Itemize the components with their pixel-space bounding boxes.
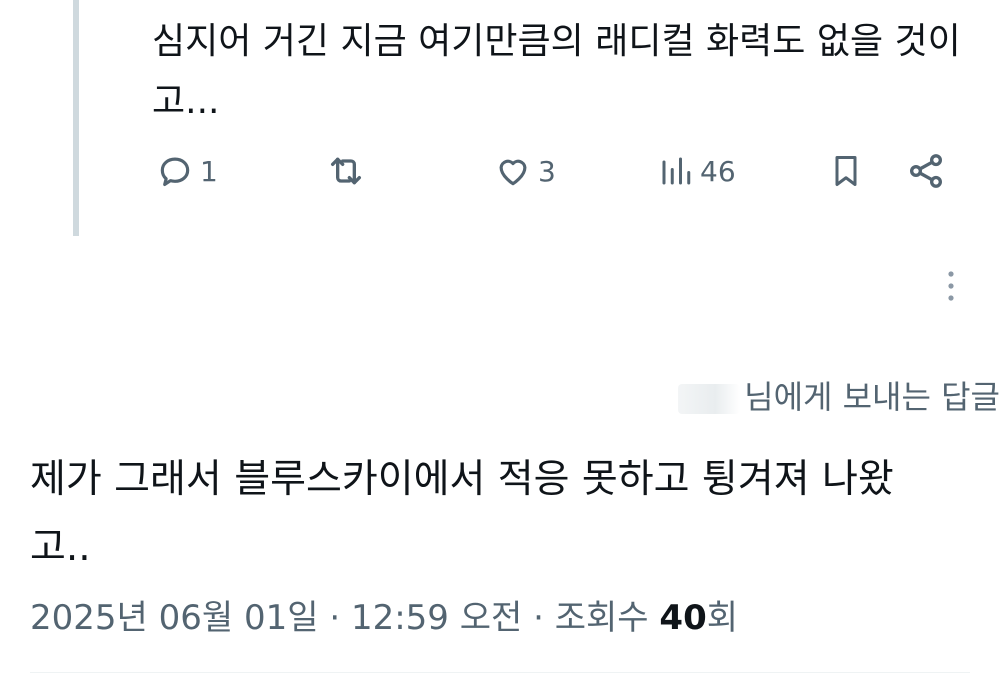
replying-to-line: 님에게 보내는 답글 xyxy=(678,372,1000,422)
reply-tweet-action-bar: 1 3 46 xyxy=(0,145,1000,197)
main-tweet-text: 제가 그래서 블루스카이에서 적응 못하고 튕겨져 나왔고.. xyxy=(30,457,894,570)
section-divider xyxy=(30,672,970,673)
bar-chart-icon xyxy=(662,157,691,185)
reply-tweet-text: 심지어 거긴 지금 여기만큼의 래디컬 화력도 없을 것이고... xyxy=(152,21,961,122)
reply-icon xyxy=(160,157,190,187)
thread-connector-line xyxy=(73,0,79,236)
meta-separator: · xyxy=(329,598,341,638)
tweet-time[interactable]: 12:59 오전 xyxy=(351,598,522,638)
retweet-button[interactable] xyxy=(326,145,372,197)
bookmark-icon xyxy=(835,156,857,186)
views-unit: 회 xyxy=(706,598,739,638)
share-icon xyxy=(910,154,942,188)
retweet-icon xyxy=(331,157,361,185)
tweet-date[interactable]: 2025년 06월 01일 xyxy=(30,598,319,638)
meta-separator-2: · xyxy=(533,598,544,638)
replying-to-suffix: 님에게 보내는 답글 xyxy=(744,378,1000,416)
views-count: 46 xyxy=(700,154,736,188)
bookmark-button[interactable] xyxy=(828,145,864,197)
reply-button[interactable]: 1 xyxy=(156,145,218,197)
more-options-button[interactable] xyxy=(935,266,967,306)
views-label: 조회수 xyxy=(554,598,649,638)
main-views-count: 40 xyxy=(659,598,707,638)
share-button[interactable] xyxy=(906,145,946,197)
like-button[interactable]: 3 xyxy=(494,145,556,197)
tweet-metadata: 2025년 06월 01일 · 12:59 오전 · 조회수 40회 xyxy=(30,592,738,644)
reply-count: 1 xyxy=(200,154,218,188)
replying-to-handle[interactable] xyxy=(678,384,741,414)
more-vertical-icon xyxy=(948,271,954,301)
like-count: 3 xyxy=(538,154,556,188)
views-button[interactable]: 46 xyxy=(658,145,736,197)
heart-icon xyxy=(499,159,527,186)
